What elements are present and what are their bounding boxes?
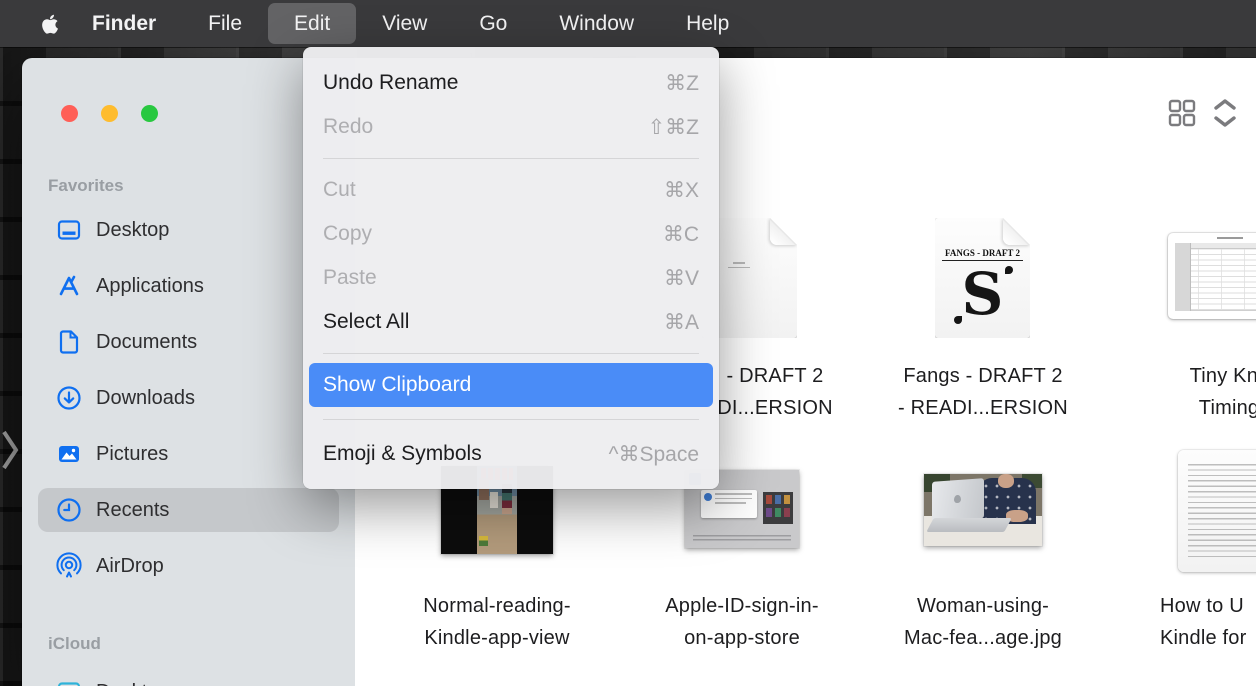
- menubar-item-file[interactable]: File: [182, 3, 268, 44]
- shortcut: ⇧⌘Z: [648, 115, 699, 140]
- menu-item-paste: Paste ⌘V: [303, 256, 719, 300]
- menubar-item-edit[interactable]: Edit: [268, 3, 356, 44]
- sidebar-item-label: Desktop: [96, 219, 169, 242]
- shortcut: ⌘V: [664, 266, 699, 291]
- file-name-line: Apple-ID-sign-in-: [632, 590, 852, 622]
- grid-view-icon[interactable]: [1167, 98, 1197, 128]
- sidebar-item-desktop[interactable]: Desktop: [38, 208, 339, 252]
- sidebar-item-icloud-desktop[interactable]: Desktop: [38, 670, 339, 686]
- file-icon-spreadsheet: [1168, 233, 1256, 319]
- menu-item-cut: Cut ⌘X: [303, 168, 719, 212]
- shortcut: ⌘Z: [665, 71, 699, 96]
- menu-bar: Finder File Edit View Go Window Help: [0, 0, 1256, 47]
- desktop-icon: [55, 216, 83, 244]
- file-name-line: Mac-fea...age.jpg: [873, 622, 1093, 654]
- sidebar-item-documents[interactable]: Documents: [38, 320, 339, 364]
- download-circle-icon: [55, 384, 83, 412]
- menubar-item-go[interactable]: Go: [453, 3, 533, 44]
- sidebar-section-title: iCloud: [48, 634, 355, 654]
- sidebar-item-airdrop[interactable]: AirDrop: [38, 544, 339, 588]
- file-icon-text-document: [1178, 450, 1256, 572]
- file-icon-scrivener-document: FANGS - DRAFT 2 S: [935, 218, 1030, 338]
- sidebar-item-label: Recents: [96, 499, 169, 522]
- menu-item-emoji-symbols[interactable]: Emoji & Symbols ^⌘Space: [303, 432, 719, 476]
- menubar-item-view[interactable]: View: [356, 3, 453, 44]
- file-name-line: Timing: [1119, 392, 1256, 424]
- sidebar-item-downloads[interactable]: Downloads: [38, 376, 339, 420]
- zoom-button[interactable]: [141, 105, 158, 122]
- file-name-line: Woman-using-: [873, 590, 1093, 622]
- file-name-line: How to U: [1160, 590, 1256, 622]
- sidebar-item-label: Desktop: [96, 681, 169, 686]
- menu-item-copy: Copy ⌘C: [303, 212, 719, 256]
- close-button[interactable]: [61, 105, 78, 122]
- shortcut: ⌘X: [664, 178, 699, 203]
- menu-separator: [323, 353, 699, 354]
- airdrop-icon: [55, 552, 83, 580]
- file-icon-image: [924, 474, 1042, 546]
- toolbar-view-controls: [1167, 98, 1240, 128]
- sidebar-item-label: AirDrop: [96, 555, 164, 578]
- file-name-line: on-app-store: [632, 622, 852, 654]
- menu-item-redo: Redo ⇧⌘Z: [303, 105, 719, 149]
- file-name-line: Kindle for: [1160, 622, 1256, 654]
- edit-dropdown-menu: Undo Rename ⌘Z Redo ⇧⌘Z Cut ⌘X Copy ⌘C P…: [303, 47, 719, 489]
- desktop: Favorites Desktop Applications Documents…: [0, 0, 1256, 686]
- shortcut: ⌘A: [664, 310, 699, 335]
- menu-separator: [323, 158, 699, 159]
- file-name-line: Kindle-app-view: [387, 622, 607, 654]
- appstore-icon: [55, 272, 83, 300]
- sidebar-item-label: Pictures: [96, 443, 168, 466]
- document-icon: [55, 328, 83, 356]
- file-name-line: Normal-reading-: [387, 590, 607, 622]
- file-name-line: Fangs - DRAFT 2: [873, 360, 1093, 392]
- menubar-item-finder[interactable]: Finder: [66, 3, 182, 44]
- menubar-item-window[interactable]: Window: [533, 3, 660, 44]
- scrivener-s-glyph: S: [935, 265, 1030, 323]
- sidebar-item-label: Documents: [96, 331, 197, 354]
- apple-logo-icon: [38, 10, 62, 38]
- sidebar-item-label: Downloads: [96, 387, 195, 410]
- sidebar-item-pictures[interactable]: Pictures: [38, 432, 339, 476]
- file-name-line: - READI...ERSION: [873, 392, 1093, 424]
- file-name-line: Tiny Knit: [1119, 360, 1256, 392]
- wallpaper-mark: [2, 430, 20, 470]
- minimize-button[interactable]: [101, 105, 118, 122]
- sidebar-item-label: Applications: [96, 275, 204, 298]
- menubar-item-help[interactable]: Help: [660, 3, 755, 44]
- sidebar-section-icloud: iCloud Desktop: [22, 634, 355, 686]
- shortcut: ^⌘Space: [609, 442, 699, 467]
- desktop-icon: [55, 678, 83, 686]
- apple-menu[interactable]: [38, 11, 62, 37]
- clock-icon: [55, 496, 83, 524]
- menu-item-select-all[interactable]: Select All ⌘A: [303, 300, 719, 344]
- pictures-icon: [55, 440, 83, 468]
- menu-item-show-clipboard[interactable]: Show Clipboard: [309, 363, 713, 407]
- traffic-lights: [61, 105, 158, 122]
- view-options-chevrons[interactable]: [1210, 98, 1240, 128]
- sidebar-item-recents[interactable]: Recents: [38, 488, 339, 532]
- menu-separator: [323, 419, 699, 420]
- sidebar-item-applications[interactable]: Applications: [38, 264, 339, 308]
- shortcut: ⌘C: [663, 222, 699, 247]
- menu-item-undo-rename[interactable]: Undo Rename ⌘Z: [303, 61, 719, 105]
